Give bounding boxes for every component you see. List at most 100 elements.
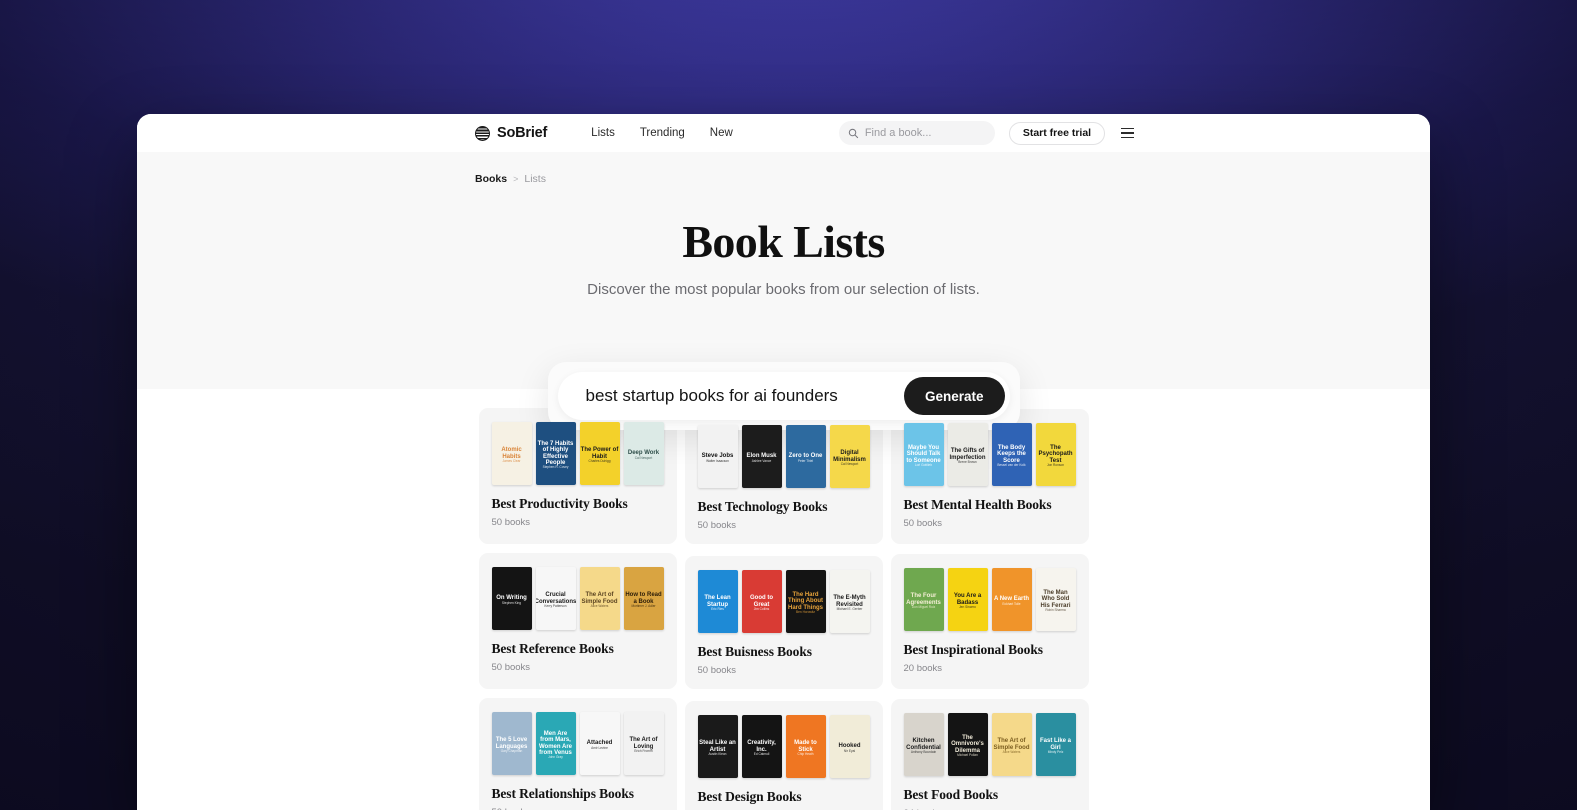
book-cover-author: Eric Ries	[711, 606, 724, 611]
book-cover-title: The Omnivore's Dilemma	[951, 735, 984, 754]
generate-bar: Generate	[557, 372, 1010, 420]
book-cover: Zero to One Peter Thiel	[785, 425, 826, 488]
hamburger-menu-icon[interactable]	[1119, 126, 1136, 140]
book-cover-kicker	[761, 737, 762, 741]
cover-strip: The Four Agreements Don Miguel Ruiz You A…	[903, 568, 1076, 631]
book-cover-author: Austin Kleon	[708, 751, 727, 756]
generate-prompt-input[interactable]	[585, 386, 904, 406]
book-cover-title: The Psychopath Test	[1038, 445, 1073, 464]
book-cover: Men Are from Mars, Women Are from Venus J…	[535, 712, 576, 775]
book-cover: The 7 Habits of Highly Effective People S…	[535, 422, 576, 485]
book-cover-kicker	[643, 589, 644, 593]
book-cover-title: How to Read a Book	[625, 592, 662, 605]
book-list-card[interactable]: Steve Jobs Walter Isaacson Elon Musk Ashle…	[684, 411, 883, 544]
header-actions: Find a book... Start free trial	[838, 121, 1136, 145]
book-lists-grid: Atomic Habits James Clear The 7 Habits of…	[478, 408, 1089, 810]
book-cover-kicker	[923, 441, 924, 445]
breadcrumb: Books > Lists	[137, 173, 1430, 185]
breadcrumb-lists[interactable]: Lists	[524, 173, 546, 185]
book-list-count: 50 books	[697, 665, 737, 676]
book-cover-author: Nir Eyal	[843, 748, 856, 753]
book-cover-author: Kerry Patterson	[544, 603, 567, 608]
book-cover-kicker	[555, 589, 556, 593]
book-cover-kicker	[967, 445, 968, 449]
nav-item-new[interactable]: New	[710, 127, 733, 139]
book-cover: The Art of Loving Erich Fromm	[623, 712, 664, 775]
book-cover-kicker	[599, 444, 600, 448]
search-placeholder: Find a book...	[864, 127, 932, 139]
book-cover-author: Lori Gottlieb	[914, 462, 933, 467]
search-input[interactable]: Find a book...	[838, 121, 995, 145]
book-cover-kicker	[1011, 441, 1012, 445]
cover-strip: Kitchen Confidential Anthony Bourdain The…	[903, 713, 1076, 776]
book-cover-title: You Are a Badass	[953, 593, 982, 606]
book-cover: Deep Work Cal Newport	[623, 422, 664, 485]
book-cover-author: Michael Pollan	[957, 752, 978, 757]
cover-strip: The 5 Love Languages Gary Chapman Men Are…	[491, 712, 664, 775]
breadcrumb-separator-icon: >	[513, 174, 519, 184]
book-cover-author: Jim Collins	[753, 606, 770, 611]
book-cover: Steve Jobs Walter Isaacson	[697, 425, 738, 488]
book-cover: Attached Amir Levine	[579, 712, 620, 775]
book-cover-kicker	[967, 731, 968, 735]
book-cover-title: The Gifts of Imperfection	[949, 448, 986, 461]
book-cover-title: The 7 Habits of Highly Effective People	[537, 440, 574, 466]
book-cover-author: Robin Sharma	[1045, 607, 1066, 612]
book-cover-author: Chip Heath	[797, 751, 814, 756]
book-cover: Steal Like an Artist Austin Kleon	[697, 715, 738, 778]
book-list-title: Best Relationships Books	[491, 786, 634, 801]
book-cover-kicker	[849, 740, 850, 744]
book-cover-kicker	[511, 444, 512, 448]
book-list-card[interactable]: Kitchen Confidential Anthony Bourdain The…	[890, 699, 1089, 810]
page-subtitle: Discover the most popular books from our…	[587, 281, 980, 298]
book-list-card[interactable]: On Writing Stephen King Crucial Conversat…	[478, 553, 677, 689]
book-cover: The Gifts of Imperfection Brene Brown	[947, 423, 988, 486]
book-cover: The Omnivore's Dilemma Michael Pollan	[947, 713, 988, 776]
cover-strip: Steal Like an Artist Austin Kleon Creativ…	[697, 715, 870, 778]
book-cover-kicker	[643, 447, 644, 451]
book-cover-author: Ed Catmull	[753, 751, 770, 756]
book-list-card[interactable]: The Lean Startup Eric Ries Good to Great J…	[684, 556, 883, 689]
brand-logo[interactable]: SoBrief	[475, 125, 547, 141]
book-cover-author: John Gray	[548, 755, 563, 760]
book-cover: The Psychopath Test Jon Ronson	[1035, 423, 1076, 486]
book-list-title: Best Technology Books	[697, 499, 828, 514]
book-list-title: Best Design Books	[697, 789, 802, 804]
book-cover-author: Jen Sincero	[959, 604, 976, 609]
start-free-trial-button[interactable]: Start free trial	[1008, 121, 1106, 145]
book-cover-kicker	[599, 737, 600, 741]
book-cover-kicker	[849, 447, 850, 451]
cover-strip: Atomic Habits James Clear The 7 Habits of…	[491, 422, 664, 485]
book-cover-kicker	[717, 450, 718, 454]
book-cover-title: The Body Keeps the Score	[997, 445, 1026, 464]
book-cover-author: Jon Ronson	[1046, 462, 1064, 467]
book-cover-kicker	[805, 737, 806, 741]
book-list-card[interactable]: Steal Like an Artist Austin Kleon Creativ…	[684, 701, 883, 810]
book-list-count: 50 books	[491, 517, 531, 528]
generate-button[interactable]: Generate	[903, 377, 1005, 415]
book-cover-title: Fast Like a Girl	[1039, 738, 1071, 751]
book-cover-title: Made to Stick	[794, 740, 817, 753]
main-nav: Lists Trending New	[591, 127, 733, 139]
book-list-card[interactable]: The Four Agreements Don Miguel Ruiz You A…	[890, 554, 1089, 689]
book-list-count: 20 books	[903, 663, 943, 674]
book-cover-author: Stephen R. Covey	[542, 465, 569, 470]
book-cover-kicker	[849, 592, 850, 596]
book-cover-kicker	[511, 734, 512, 738]
book-cover: The Four Agreements Don Miguel Ruiz	[903, 568, 944, 631]
nav-item-trending[interactable]: Trending	[640, 127, 685, 139]
nav-item-lists[interactable]: Lists	[591, 127, 615, 139]
book-cover: On Writing Stephen King	[491, 567, 532, 630]
book-list-card[interactable]: The 5 Love Languages Gary Chapman Men Are…	[478, 698, 677, 810]
book-cover: The Art of Simple Food Alice Waters	[579, 567, 620, 630]
book-cover-author: Anthony Bourdain	[910, 749, 937, 754]
book-cover-author: Brene Brown	[958, 459, 977, 464]
book-cover: The Man Who Sold His Ferrari Robin Sharma	[1035, 568, 1076, 631]
book-cover-kicker	[1011, 593, 1012, 597]
book-list-title: Best Reference Books	[491, 641, 614, 656]
book-cover-author: Gary Chapman	[500, 748, 523, 753]
book-cover-author: Alice Waters	[590, 603, 609, 608]
breadcrumb-books[interactable]: Books	[475, 173, 507, 185]
book-cover: Creativity, Inc. Ed Catmull	[741, 715, 782, 778]
book-cover-title: The Art of Simple Food	[993, 738, 1030, 751]
